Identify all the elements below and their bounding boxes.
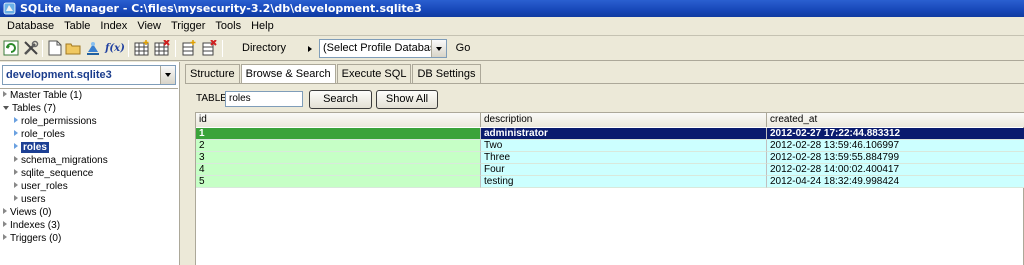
menu-bar: Database Table Index View Trigger Tools … <box>0 17 1024 36</box>
expand-icon[interactable] <box>14 195 18 201</box>
directory-arrow-icon <box>308 46 312 52</box>
column-header-description[interactable]: description <box>481 113 767 127</box>
toolbar-separator <box>128 40 129 57</box>
toolbar-separator <box>222 40 223 57</box>
search-button[interactable]: Search <box>309 90 372 109</box>
tree-item-users[interactable]: users <box>14 193 45 206</box>
tools-icon[interactable] <box>22 39 40 57</box>
cell-created-at[interactable]: 2012-02-28 13:59:46.106997 <box>767 140 1024 152</box>
expand-icon[interactable] <box>14 156 18 162</box>
refresh-icon[interactable] <box>2 39 20 57</box>
toolbar: f(x) Directory (Select Profile Database)… <box>0 36 1024 61</box>
browse-search-panel: TABLE roles Search Show All id descripti… <box>185 83 1024 265</box>
menu-database[interactable]: Database <box>2 17 59 36</box>
toolbar-separator <box>175 40 176 57</box>
tree-item-master-table[interactable]: Master Table (1) <box>3 89 82 102</box>
expand-icon[interactable] <box>14 117 18 123</box>
table-row[interactable]: 4 Four 2012-02-28 14:00:02.400417 <box>196 164 1024 176</box>
table-row[interactable]: 3 Three 2012-02-28 13:59:55.884799 <box>196 152 1024 164</box>
chevron-down-icon[interactable] <box>431 40 446 57</box>
database-select[interactable]: development.sqlite3 <box>2 65 176 85</box>
tab-execute-sql[interactable]: Execute SQL <box>336 64 412 83</box>
menu-table[interactable]: Table <box>59 17 95 36</box>
menu-view[interactable]: View <box>132 17 166 36</box>
window-title-bar: SQLite Manager - C:\files\mysecurity-3.2… <box>0 0 1024 17</box>
tree-item-views[interactable]: Views (0) <box>3 206 52 219</box>
expand-icon[interactable] <box>14 143 18 149</box>
tree-item-indexes[interactable]: Indexes (3) <box>3 219 60 232</box>
expand-icon[interactable] <box>3 221 7 227</box>
tree-item-roles[interactable]: roles <box>14 141 49 154</box>
toolbar-separator <box>42 40 43 57</box>
expand-icon[interactable] <box>14 130 18 136</box>
expand-icon[interactable] <box>14 169 18 175</box>
window-title: SQLite Manager - C:\files\mysecurity-3.2… <box>20 2 422 15</box>
table-row[interactable]: 2 Two 2012-02-28 13:59:46.106997 <box>196 140 1024 152</box>
cell-description[interactable]: testing <box>481 176 767 188</box>
results-grid: id description created_at 1 administrato… <box>195 112 1024 265</box>
table-name-input[interactable]: roles <box>225 91 303 107</box>
create-index-icon[interactable] <box>180 39 198 57</box>
expand-icon[interactable] <box>3 234 7 240</box>
chevron-down-icon[interactable] <box>160 66 175 84</box>
sqlite-app-icon <box>3 2 16 15</box>
tab-strip: Structure Browse & Search Execute SQL DB… <box>185 64 482 84</box>
cell-id[interactable]: 4 <box>196 164 481 176</box>
tree-item-user-roles[interactable]: user_roles <box>14 180 68 193</box>
menu-tools[interactable]: Tools <box>210 17 246 36</box>
tree-item-role-permissions[interactable]: role_permissions <box>14 115 97 128</box>
grid-header: id description created_at <box>196 113 1024 127</box>
cell-created-at[interactable]: 2012-02-28 14:00:02.400417 <box>767 164 1024 176</box>
expand-icon[interactable] <box>14 182 18 188</box>
function-icon[interactable]: f(x) <box>104 39 126 57</box>
tree-item-schema-migrations[interactable]: schema_migrations <box>14 154 108 167</box>
cell-description[interactable]: administrator <box>481 128 767 140</box>
directory-button[interactable]: Directory <box>238 39 314 58</box>
show-all-button[interactable]: Show All <box>376 90 438 109</box>
cell-id[interactable]: 2 <box>196 140 481 152</box>
menu-help[interactable]: Help <box>246 17 279 36</box>
new-database-icon[interactable] <box>46 39 64 57</box>
expand-icon[interactable] <box>3 91 7 97</box>
tree-item-role-roles[interactable]: role_roles <box>14 128 65 141</box>
cell-id[interactable]: 1 <box>196 128 481 140</box>
table-label: TABLE <box>196 93 227 104</box>
tree-item-sqlite-sequence[interactable]: sqlite_sequence <box>14 167 93 180</box>
cell-created-at[interactable]: 2012-02-27 17:22:44.883312 <box>767 128 1024 140</box>
tab-browse-search[interactable]: Browse & Search <box>240 64 336 84</box>
menu-index[interactable]: Index <box>95 17 132 36</box>
drop-table-icon[interactable] <box>153 39 171 57</box>
cell-created-at[interactable]: 2012-04-24 18:32:49.998424 <box>767 176 1024 188</box>
main-panel: Structure Browse & Search Execute SQL DB… <box>183 62 1024 265</box>
drop-index-icon[interactable] <box>200 39 218 57</box>
table-row[interactable]: 1 administrator 2012-02-27 17:22:44.8833… <box>196 128 1024 140</box>
tab-structure[interactable]: Structure <box>185 64 240 83</box>
cell-id[interactable]: 5 <box>196 176 481 188</box>
cell-id[interactable]: 3 <box>196 152 481 164</box>
profile-database-select[interactable]: (Select Profile Database) <box>319 39 447 58</box>
cell-description[interactable]: Two <box>481 140 767 152</box>
tab-db-settings[interactable]: DB Settings <box>412 64 481 83</box>
menu-trigger[interactable]: Trigger <box>166 17 210 36</box>
open-database-icon[interactable] <box>64 39 82 57</box>
schema-tree: Master Table (1) Tables (7) role_permiss… <box>0 88 178 265</box>
collapse-icon[interactable] <box>3 106 9 110</box>
cell-description[interactable]: Four <box>481 164 767 176</box>
cell-created-at[interactable]: 2012-02-28 13:59:55.884799 <box>767 152 1024 164</box>
table-row[interactable]: 5 testing 2012-04-24 18:32:49.998424 <box>196 176 1024 188</box>
go-button[interactable]: Go <box>451 39 475 58</box>
create-table-icon[interactable] <box>133 39 151 57</box>
expand-icon[interactable] <box>3 208 7 214</box>
cell-description[interactable]: Three <box>481 152 767 164</box>
tree-item-tables[interactable]: Tables (7) <box>3 102 56 115</box>
column-header-id[interactable]: id <box>196 113 481 127</box>
connect-database-icon[interactable] <box>84 39 102 57</box>
column-header-created-at[interactable]: created_at <box>767 113 1024 127</box>
tree-item-triggers[interactable]: Triggers (0) <box>3 232 61 245</box>
sidebar: development.sqlite3 Master Table (1) Tab… <box>0 62 180 265</box>
